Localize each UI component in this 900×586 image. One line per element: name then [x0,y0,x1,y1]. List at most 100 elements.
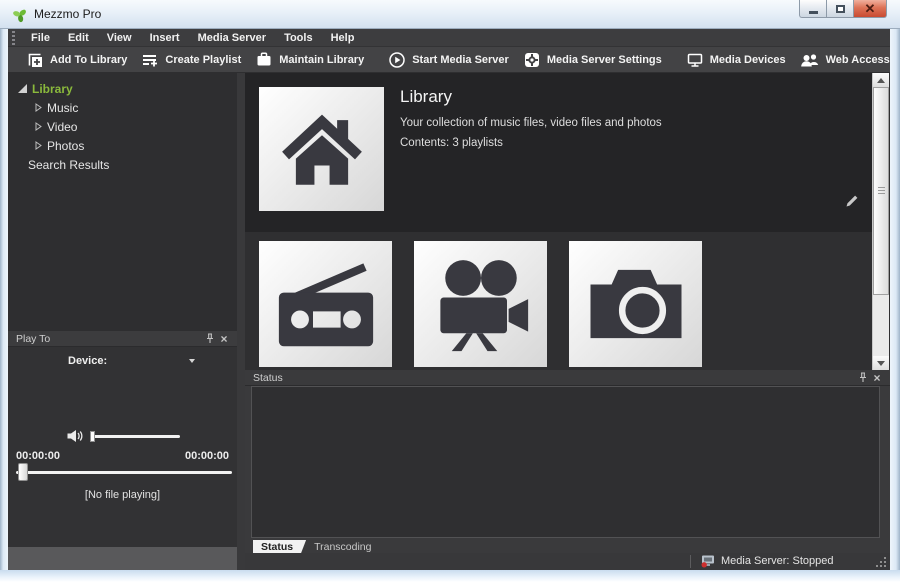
maintain-library-button[interactable]: Maintain Library [248,48,371,72]
media-devices-label: Media Devices [710,54,786,66]
vertical-scrollbar[interactable] [872,73,889,370]
tab-transcoding[interactable]: Transcoding [306,540,379,553]
edit-pencil-icon[interactable] [844,193,860,209]
minimize-button[interactable] [799,0,826,18]
sidebar-library-label: Library [32,82,73,96]
minimize-icon [809,11,818,14]
menubar: File Edit View Insert Media Server Tools… [8,29,890,47]
sidebar-music-label: Music [47,101,78,115]
sidebar-item-video[interactable]: Video [34,117,77,136]
media-server-status-icon [700,554,716,568]
status-panel-header[interactable]: Status × [245,370,890,386]
tab-status-label: Status [261,541,293,553]
play-to-panel: Play To × Device: 00:00:00 00:00:00 [No … [8,331,237,547]
library-home-tile[interactable] [259,87,384,211]
menu-tools[interactable]: Tools [275,32,322,44]
menubar-grip[interactable] [12,31,15,45]
scrollbar-grip [878,187,885,195]
create-playlist-button[interactable]: Create Playlist [134,48,248,72]
add-to-library-button[interactable]: Add To Library [19,48,134,72]
web-access-label: Web Access [826,54,890,66]
device-dropdown[interactable] [186,359,195,363]
play-to-header[interactable]: Play To × [8,331,237,347]
library-description: Your collection of music files, video fi… [400,117,662,129]
menu-file[interactable]: File [22,32,59,44]
chevron-down-icon [189,359,195,363]
media-server-settings-button[interactable]: Media Server Settings [516,48,669,72]
video-tile[interactable] [414,241,547,367]
window-controls: ✕ [799,0,887,18]
tree-collapsed-icon[interactable] [34,122,43,131]
create-playlist-label: Create Playlist [165,54,241,66]
play-to-title: Play To [16,333,203,345]
sidebar-item-photos[interactable]: Photos [34,136,84,155]
tree-collapsed-icon[interactable] [34,141,43,150]
status-log-area [251,386,880,538]
maximize-button[interactable] [826,0,853,18]
media-devices-button[interactable]: Media Devices [679,48,793,72]
library-contents: Contents: 3 playlists [400,137,503,149]
pin-icon [206,333,214,344]
menu-insert[interactable]: Insert [141,32,189,44]
seek-slider-handle[interactable] [18,463,28,481]
device-label: Device: [68,355,107,367]
close-button[interactable]: ✕ [853,0,887,18]
status-panel-tabs: Status Transcoding [245,540,890,553]
sidebar-tree: Library Music Video Photos Search Result… [8,73,237,331]
start-media-server-button[interactable]: Start Media Server [381,48,516,72]
maintain-library-label: Maintain Library [279,54,364,66]
sidebar-search-results-label: Search Results [28,158,109,172]
pin-button[interactable] [203,332,217,345]
total-time: 00:00:00 [185,450,229,462]
add-to-library-label: Add To Library [50,54,127,66]
elapsed-time: 00:00:00 [16,450,60,462]
sidebar-item-music[interactable]: Music [34,98,78,117]
create-playlist-icon [141,51,159,69]
web-access-button[interactable]: Web Access [793,48,897,72]
media-devices-icon [686,51,704,69]
scrollbar-thumb[interactable] [873,87,889,295]
resize-grip[interactable] [875,556,887,568]
toolbar: Add To Library Create Playlist Maintain … [8,47,890,73]
arrow-up-icon [877,78,885,83]
menu-media-server[interactable]: Media Server [189,32,275,44]
photos-tile[interactable] [569,241,702,367]
photo-camera-icon [584,258,688,350]
sidebar-item-library[interactable]: Library [18,79,73,98]
tab-status[interactable]: Status [253,540,306,553]
video-camera-icon [429,256,533,352]
tree-expanded-icon[interactable] [18,84,27,93]
status-panel-title: Status [253,372,856,384]
sidebar-item-search-results[interactable]: Search Results [28,155,109,174]
window-frame-left [0,0,8,570]
media-server-status-text: Media Server: Stopped [721,555,834,567]
music-tile[interactable] [259,241,392,367]
tree-collapsed-icon[interactable] [34,103,43,112]
scrollbar-up-button[interactable] [873,73,889,87]
statusbar: Media Server: Stopped [245,553,890,570]
volume-slider-track[interactable] [90,435,180,438]
sidebar-splitter[interactable] [237,73,245,570]
close-icon: × [220,333,227,345]
app-window: Mezzmo Pro ✕ File Edit View Insert Media… [0,0,900,586]
window-frame-bottom [0,570,900,586]
library-title: Library [400,87,452,107]
volume-icon[interactable] [66,429,84,443]
titlebar[interactable]: Mezzmo Pro ✕ [0,0,900,29]
pin-icon [859,372,867,383]
music-radio-icon [274,256,378,352]
menu-view[interactable]: View [98,32,141,44]
maintain-library-icon [255,51,273,69]
close-panel-button[interactable]: × [870,371,884,384]
volume-slider-handle[interactable] [90,431,95,442]
menu-help[interactable]: Help [322,32,364,44]
status-panel: Status × Status Transcoding [245,370,890,553]
media-server-settings-icon [523,51,541,69]
sidebar-photos-label: Photos [47,139,84,153]
scrollbar-down-button[interactable] [873,356,889,370]
seek-slider-track[interactable] [16,471,232,474]
web-access-icon [800,52,820,68]
close-panel-button[interactable]: × [217,332,231,345]
menu-edit[interactable]: Edit [59,32,98,44]
pin-button[interactable] [856,371,870,384]
